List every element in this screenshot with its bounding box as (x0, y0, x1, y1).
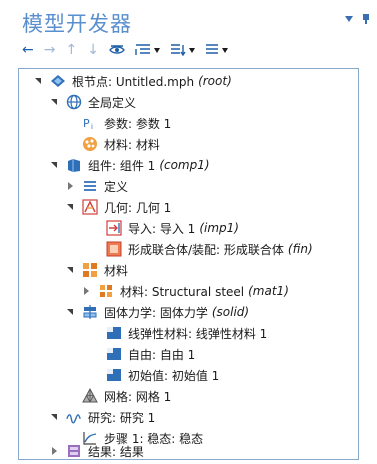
back-button[interactable]: ← (22, 43, 34, 57)
parameters-icon: Pi (82, 115, 98, 131)
tree-node-geometry[interactable]: 几何: 几何 1 (66, 196, 171, 218)
results-icon (66, 443, 82, 459)
tree-node-linear-elastic[interactable]: 线弹性材料: 线弹性材料 1 (106, 322, 267, 344)
panel-controls (345, 14, 369, 24)
view-options-button[interactable] (205, 43, 228, 57)
tree-node-label: 形成联合体/装配: 形成联合体 (128, 242, 284, 257)
eye-icon (109, 45, 125, 54)
list-view-icon (205, 44, 218, 54)
globe-icon (66, 94, 82, 110)
tree-node-label: 材料 (104, 263, 129, 278)
tree-node-label: 导入: 导入 1 (128, 221, 196, 236)
toolbar: ← → ↑ ↓ (22, 40, 228, 60)
tree-node-materials[interactable]: 材料 (66, 259, 128, 281)
pin-icon[interactable] (363, 14, 369, 24)
tree-node-label: 自由: 自由 1 (128, 347, 196, 362)
tree-node-label: 定义 (104, 179, 129, 194)
tree-node-parameters[interactable]: Pi 参数: 参数 1 (82, 112, 171, 134)
expand-toggle[interactable] (66, 307, 76, 317)
solid-mechanics-icon (82, 304, 98, 320)
tree-node-initial-values[interactable]: 初始值: 初始值 1 (106, 364, 219, 386)
up-arrow-icon: ↑ (65, 42, 78, 58)
tree-node-tag: (root) (198, 74, 232, 88)
tree-node-material-steel[interactable]: 材料: Structural steel (mat1) (82, 280, 289, 302)
svg-text:i: i (91, 123, 93, 131)
down-arrow-icon: ↓ (87, 42, 99, 58)
expand-toggle[interactable] (50, 412, 60, 422)
svg-text:P: P (83, 117, 90, 130)
move-down-button[interactable]: ↓ (87, 43, 99, 57)
tree-node-label: 线弹性材料: 线弹性材料 1 (128, 326, 268, 341)
expand-list-icon (135, 44, 150, 55)
initial-values-icon (106, 367, 122, 383)
geometry-icon (82, 199, 98, 215)
mesh-icon (82, 388, 98, 404)
collapse-toggle[interactable] (50, 446, 60, 456)
free-icon (106, 346, 122, 362)
forward-button[interactable]: → (44, 43, 56, 57)
tree-node-label: 网格: 网格 1 (104, 389, 172, 404)
model-builder-title: 模型开发器 (22, 12, 132, 36)
tree-node-tag: (mat1) (248, 284, 289, 298)
tree-node-label: 固体力学: 固体力学 (104, 305, 208, 320)
component-icon (66, 157, 82, 173)
tree-node-results[interactable]: 结果: 结果 (50, 440, 144, 462)
tree-node-tag: (fin) (287, 242, 313, 256)
tree-node-label: 全局定义 (88, 95, 137, 110)
form-union-icon (106, 241, 122, 257)
tree-node-label: 组件: 组件 1 (88, 158, 156, 173)
tree-node-label: 材料: 材料 (104, 137, 160, 152)
tree-node-definitions[interactable]: 定义 (66, 175, 128, 197)
tree-node-label: 材料: Structural steel (120, 284, 245, 299)
tree-node-import[interactable]: 导入: 导入 1 (imp1) (106, 217, 239, 239)
tree-node-label: 初始值: 初始值 1 (128, 368, 220, 383)
tree-node-label: 参数: 参数 1 (104, 116, 172, 131)
dropdown-caret-icon (188, 47, 195, 53)
tree-node-label: 研究: 研究 1 (88, 410, 156, 425)
linear-elastic-icon (106, 325, 122, 341)
back-arrow-icon: ← (22, 42, 34, 58)
root-model-icon (50, 73, 66, 89)
model-tree: 根节点: Untitled.mph (root) 全局定义 Pi 参数: 参数 … (18, 68, 359, 460)
move-up-button[interactable]: ↑ (65, 43, 77, 57)
expand-toggle[interactable] (34, 76, 44, 86)
collapse-toggle[interactable] (66, 181, 76, 191)
tree-node-label: 几何: 几何 1 (104, 200, 172, 215)
tree-node-root[interactable]: 根节点: Untitled.mph (root) (34, 70, 232, 92)
sort-list-icon (170, 44, 186, 57)
definitions-icon (82, 178, 98, 194)
dropdown-caret-icon (153, 47, 160, 53)
tree-node-mesh[interactable]: 网格: 网格 1 (82, 385, 171, 407)
expand-sections-button[interactable] (135, 43, 160, 57)
tree-node-label: 根节点: Untitled.mph (72, 74, 195, 89)
tree-node-tag: (solid) (211, 305, 250, 319)
panel-menu-icon[interactable] (345, 16, 353, 22)
tree-node-global-definitions[interactable]: 全局定义 (50, 91, 136, 113)
materials-icon (82, 262, 98, 278)
forward-arrow-icon: → (43, 42, 56, 58)
expand-toggle[interactable] (50, 97, 60, 107)
tree-node-label: 结果: 结果 (88, 444, 144, 459)
tree-node-component[interactable]: 组件: 组件 1 (comp1) (50, 154, 210, 176)
tree-node-form-union[interactable]: 形成联合体/装配: 形成联合体 (fin) (106, 238, 313, 260)
show-button[interactable] (109, 43, 125, 57)
study-icon (66, 409, 82, 425)
dropdown-caret-icon (221, 47, 228, 53)
expand-toggle[interactable] (66, 202, 76, 212)
tree-node-free[interactable]: 自由: 自由 1 (106, 343, 195, 365)
tree-node-study[interactable]: 研究: 研究 1 (50, 406, 155, 428)
collapse-toggle[interactable] (82, 286, 92, 296)
tree-node-global-materials[interactable]: 材料: 材料 (82, 133, 160, 155)
sort-button[interactable] (170, 43, 195, 57)
tree-node-solid-mechanics[interactable]: 固体力学: 固体力学 (solid) (66, 301, 249, 323)
expand-toggle[interactable] (66, 265, 76, 275)
expand-toggle[interactable] (50, 160, 60, 170)
tree-node-tag: (comp1) (159, 158, 210, 172)
tree-node-tag: (imp1) (199, 221, 239, 235)
global-material-icon (82, 136, 98, 152)
material-icon (98, 283, 114, 299)
import-icon (106, 220, 122, 236)
